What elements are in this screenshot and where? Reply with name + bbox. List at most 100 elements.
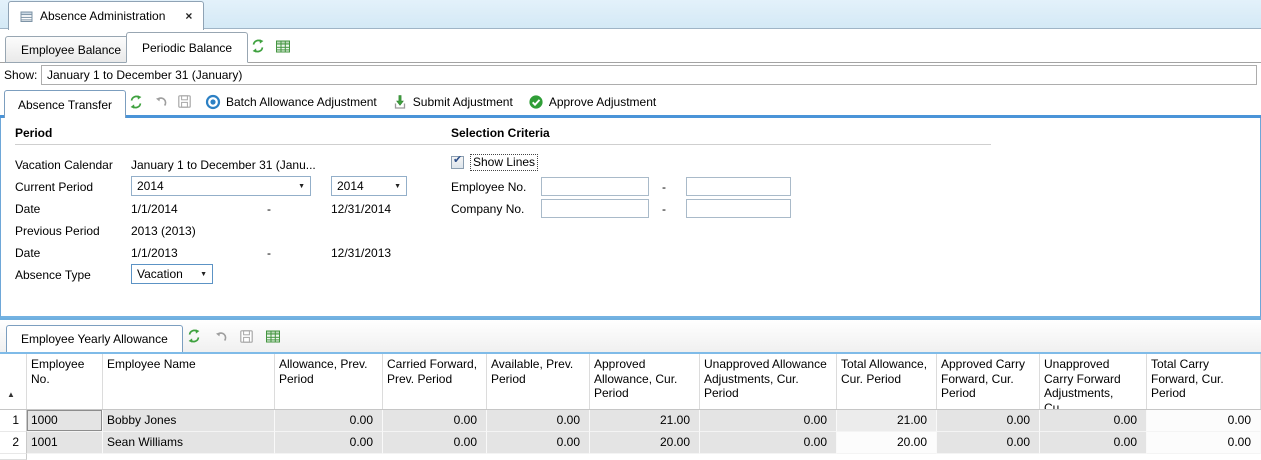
submit-icon (392, 94, 408, 110)
refresh-icon[interactable] (128, 94, 144, 110)
column-header[interactable]: Employee No. (27, 354, 103, 409)
table-view-icon[interactable] (265, 329, 281, 344)
absence-administration-window: Absence Administration × Employee Balanc… (0, 0, 1261, 460)
cell-value[interactable]: 0.00 (487, 410, 590, 432)
current-period-label: Current Period (15, 180, 93, 194)
current-period-select[interactable]: 2014 ▼ (131, 176, 311, 196)
tab-label: Employee Balance (21, 43, 121, 57)
undo-icon[interactable] (153, 94, 168, 109)
column-header[interactable]: Unapproved Allowance Adjustments, Cur. P… (700, 354, 837, 409)
previous-date-from: 1/1/2013 (131, 246, 178, 260)
tab-label: Periodic Balance (142, 41, 232, 55)
selection-criteria-title: Selection Criteria (451, 126, 991, 145)
previous-period-value: 2013 (2013) (131, 224, 196, 238)
chevron-down-icon: ▼ (388, 183, 401, 190)
cell-employee-no[interactable]: 1000 (27, 410, 103, 432)
cell-value[interactable]: 0.00 (1147, 432, 1261, 454)
column-header[interactable]: Total Allowance, Cur. Period (837, 354, 937, 409)
cell-value[interactable]: 0.00 (937, 410, 1040, 432)
employee-no-label: Employee No. (451, 180, 526, 194)
column-header[interactable]: Unapproved Carry Forward Adjustments, Cu… (1040, 354, 1147, 409)
periodic-balance-panel: Period Vacation Calendar January 1 to De… (0, 118, 1261, 318)
checkmark-icon: ✔ (453, 153, 462, 166)
cell-value[interactable]: 0.00 (383, 432, 487, 454)
cell-value[interactable]: 0.00 (937, 432, 1040, 454)
current-date-label: Date (15, 202, 40, 216)
row-number: 1 (0, 410, 27, 432)
cell-value[interactable]: 21.00 (590, 410, 700, 432)
tab-label: Absence Transfer (18, 98, 112, 112)
column-header[interactable]: Approved Carry Forward, Cur. Period (937, 354, 1040, 409)
column-header[interactable]: Approved Allowance, Cur. Period (590, 354, 700, 409)
employee-no-from-input[interactable] (541, 177, 649, 196)
column-header[interactable]: Available, Prev. Period (487, 354, 590, 409)
refresh-icon[interactable] (250, 38, 266, 54)
cell-value[interactable]: 21.00 (837, 410, 937, 432)
date-range-separator: - (267, 246, 271, 260)
column-header[interactable]: Allowance, Prev. Period (275, 354, 383, 409)
company-no-label: Company No. (451, 202, 524, 216)
undo-icon[interactable] (213, 329, 228, 344)
submit-adjustment-button[interactable]: Submit Adjustment (392, 94, 513, 110)
column-header[interactable]: Employee Name (103, 354, 275, 409)
tab-absence-transfer[interactable]: Absence Transfer (4, 90, 126, 118)
button-label: Submit Adjustment (413, 95, 513, 109)
cell-value[interactable]: 20.00 (837, 432, 937, 454)
transfer-toolbar: Absence Transfer (0, 88, 1261, 115)
cell-value[interactable]: 0.00 (275, 410, 383, 432)
previous-date-to: 12/31/2013 (331, 246, 391, 260)
table-view-icon[interactable] (275, 39, 291, 54)
absence-type-select[interactable]: Vacation ▼ (131, 264, 213, 284)
table-row[interactable]: 2 1001 Sean Williams 0.00 0.00 0.00 20.0… (0, 432, 1261, 454)
selection-criteria-group: Selection Criteria ✔ Show Lines Employee… (451, 126, 991, 220)
cell-employee-name[interactable]: Sean Williams (103, 432, 275, 454)
show-filter-input[interactable]: January 1 to December 31 (January) (41, 65, 1257, 85)
company-no-to-input[interactable] (686, 199, 791, 218)
column-header[interactable]: Carried Forward, Prev. Period (383, 354, 487, 409)
range-separator: - (662, 180, 666, 194)
batch-icon (205, 94, 221, 110)
cell-value[interactable]: 0.00 (1147, 410, 1261, 432)
approve-adjustment-button[interactable]: Approve Adjustment (528, 94, 656, 110)
employee-no-to-input[interactable] (686, 177, 791, 196)
employee-yearly-allowance-grid: ▲ Employee No. Employee Name Allowance, … (0, 352, 1261, 460)
batch-allowance-adjustment-button[interactable]: Batch Allowance Adjustment (205, 94, 377, 110)
chevron-down-icon: ▼ (194, 271, 207, 278)
button-label: Approve Adjustment (549, 95, 656, 109)
approve-icon (528, 94, 544, 110)
table-row[interactable]: 1 1000 Bobby Jones 0.00 0.00 0.00 21.00 … (0, 410, 1261, 432)
tab-employee-yearly-allowance[interactable]: Employee Yearly Allowance (6, 325, 183, 352)
previous-period-label: Previous Period (15, 224, 100, 238)
cell-value[interactable]: 0.00 (700, 432, 837, 454)
document-tab-absence-administration[interactable]: Absence Administration × (8, 1, 204, 30)
cell-value[interactable]: 0.00 (1040, 432, 1147, 454)
accent-divider (0, 115, 1261, 118)
tab-employee-balance[interactable]: Employee Balance (5, 36, 137, 63)
close-icon[interactable]: × (185, 9, 192, 23)
show-lines-label[interactable]: Show Lines (471, 155, 537, 170)
combo-value: 2014 (337, 179, 364, 193)
show-lines-checkbox[interactable]: ✔ (451, 156, 464, 169)
tab-periodic-balance[interactable]: Periodic Balance (126, 32, 248, 63)
cell-employee-name[interactable]: Bobby Jones (103, 410, 275, 432)
cell-value[interactable]: 20.00 (590, 432, 700, 454)
save-icon[interactable] (177, 94, 192, 109)
current-period-year-select[interactable]: 2014 ▼ (331, 176, 407, 196)
vacation-calendar-value: January 1 to December 31 (Janu... (131, 158, 316, 172)
date-range-separator: - (267, 202, 271, 216)
cell-value[interactable]: 0.00 (487, 432, 590, 454)
cell-value[interactable]: 0.00 (700, 410, 837, 432)
cell-employee-no[interactable]: 1001 (27, 432, 103, 454)
range-separator: - (662, 202, 666, 216)
column-header[interactable]: Total Carry Forward, Cur. Period (1147, 354, 1261, 409)
cell-value[interactable]: 0.00 (275, 432, 383, 454)
show-label: Show: (4, 63, 37, 87)
cell-value[interactable]: 0.00 (383, 410, 487, 432)
company-no-from-input[interactable] (541, 199, 649, 218)
chevron-down-icon: ▼ (292, 183, 305, 190)
save-icon[interactable] (239, 329, 254, 344)
combo-value: Vacation (137, 267, 183, 281)
refresh-icon[interactable] (186, 328, 202, 344)
cell-value[interactable]: 0.00 (1040, 410, 1147, 432)
sort-ascending-icon[interactable]: ▲ (0, 354, 27, 409)
